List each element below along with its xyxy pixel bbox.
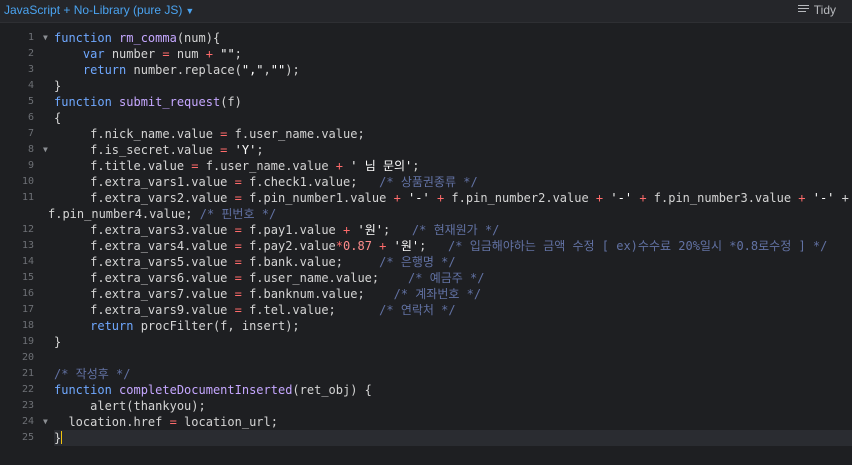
line-number: 7: [27, 128, 34, 139]
line-number: 2: [27, 48, 34, 59]
code-line: {: [54, 111, 62, 125]
code-editor[interactable]: 1 2 3 4 5 6 7 8 9 10 11 12 13 14 15 16 1…: [0, 30, 852, 465]
line-number: 21: [21, 368, 34, 379]
code-line: f.nick_name.value = f.user_name.value;: [54, 127, 365, 141]
line-number: 8: [27, 144, 34, 155]
line-number: 10: [21, 176, 34, 187]
code-line: f.extra_vars7.value = f.banknum.value; /…: [54, 287, 482, 301]
line-number: 3: [27, 64, 34, 75]
line-number: 11: [21, 192, 34, 203]
code-line: location.href = location_url;: [54, 415, 278, 429]
fold-arrow-icon[interactable]: ▼: [43, 33, 48, 42]
line-number: 17: [21, 304, 34, 315]
code-line: }: [54, 335, 62, 349]
code-line: return procFilter(f, insert);: [90, 319, 300, 333]
line-number: 9: [27, 160, 34, 171]
line-number: 22: [21, 384, 34, 395]
line-number: 23: [21, 400, 34, 411]
code-line: function completeDocumentInserted(ret_ob…: [54, 383, 372, 397]
code-line: f.extra_vars4.value = f.pay2.value*0.87 …: [54, 239, 828, 253]
language-selector[interactable]: JavaScript + No-Library (pure JS) ▼: [4, 3, 194, 17]
line-number: 6: [27, 112, 34, 123]
code-line: alert(thankyou);: [54, 399, 206, 413]
fold-arrow-icon[interactable]: ▼: [43, 417, 48, 426]
tidy-button[interactable]: Tidy: [797, 3, 836, 17]
code-line: function rm_comma(num){: [54, 31, 221, 45]
code-line: f.title.value = f.user_name.value + ' 님 …: [54, 159, 420, 173]
code-line: f.extra_vars5.value = f.bank.value; /* 은…: [54, 255, 456, 269]
chevron-down-icon: ▼: [185, 6, 195, 16]
code-line: }: [54, 79, 62, 93]
code-lines: function rm_comma(num){ var number = num…: [48, 30, 852, 446]
line-number: 16: [21, 288, 34, 299]
code-line: f.extra_vars3.value = f.pay1.value + '원'…: [54, 223, 500, 237]
line-number: 1: [27, 32, 34, 43]
line-number-gutter: 1 2 3 4 5 6 7 8 9 10 11 12 13 14 15 16 1…: [0, 30, 40, 446]
code-line: f.extra_vars1.value = f.check1.value; /*…: [54, 175, 478, 189]
line-number: 14: [21, 256, 34, 267]
code-line: f.extra_vars9.value = f.tel.value; /* 연락…: [54, 303, 456, 317]
line-number: 20: [21, 352, 34, 363]
code-line-wrapped: f.pin_number4.value; /* 핀번호 */: [48, 207, 277, 221]
code-line: f.extra_vars2.value = f.pin_number1.valu…: [54, 191, 849, 205]
line-number: 12: [21, 224, 34, 235]
line-number: 19: [21, 336, 34, 347]
line-number: 18: [21, 320, 34, 331]
line-number: 13: [21, 240, 34, 251]
line-number: 5: [27, 96, 34, 107]
line-number: 24: [21, 416, 34, 427]
code-line: function submit_request(f): [54, 95, 242, 109]
code-line: /* 작성후 */: [54, 367, 131, 381]
line-number: 15: [21, 272, 34, 283]
code-line: f.is_secret.value = 'Y';: [54, 143, 264, 157]
tidy-label: Tidy: [813, 3, 836, 17]
code-line: f.extra_vars6.value = f.user_name.value;…: [54, 271, 485, 285]
code-line: return number.replace(",","");: [82, 63, 300, 77]
code-line: var number = num + "";: [82, 47, 242, 61]
line-number: 4: [27, 80, 34, 91]
tidy-icon: [797, 5, 809, 13]
fold-arrow-icon[interactable]: ▼: [43, 145, 48, 154]
editor-toolbar: JavaScript + No-Library (pure JS) ▼ Tidy: [0, 0, 852, 23]
line-number: 25: [21, 432, 34, 443]
code-line-active: }: [54, 430, 852, 446]
language-label: JavaScript + No-Library (pure JS): [4, 3, 183, 17]
line-number: [0, 206, 40, 222]
text-cursor: [61, 431, 63, 444]
